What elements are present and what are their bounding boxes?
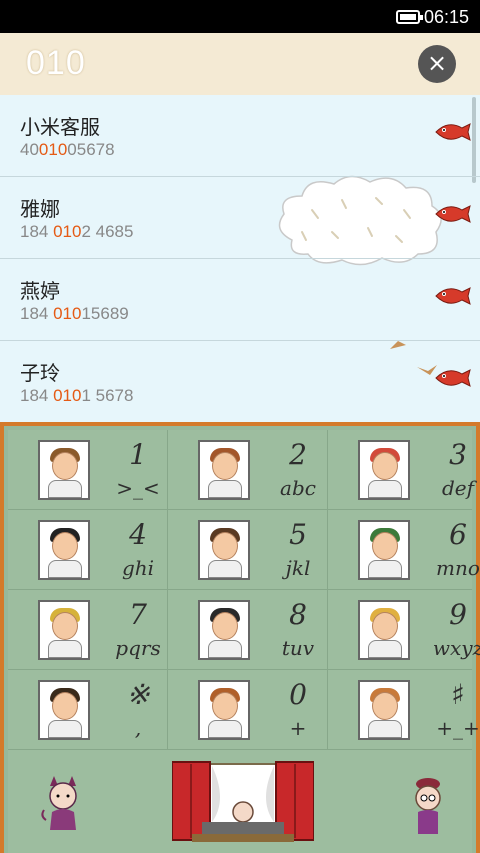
key-1[interactable]: 1 >_< <box>8 430 168 510</box>
portrait-icon <box>198 440 250 500</box>
call-window-button[interactable] <box>172 760 314 853</box>
key-digit: ♯ <box>451 678 465 711</box>
portrait-icon <box>358 600 410 660</box>
key-digit: ※ <box>126 678 150 711</box>
key-letters: >_< <box>116 476 160 500</box>
key-3[interactable]: 3 def <box>328 430 474 510</box>
key-2[interactable]: 2 abc <box>168 430 328 510</box>
key-letters: + <box>289 716 307 740</box>
contact-name: 雅娜 <box>20 197 60 221</box>
key-letters: +_+ <box>436 716 480 740</box>
contact-row[interactable]: 雅娜 184 0102 4685 <box>0 177 480 259</box>
portrait-icon <box>38 520 90 580</box>
battery-icon <box>396 10 423 24</box>
kid-character-icon[interactable] <box>406 776 450 838</box>
key-letters: abc <box>280 476 316 500</box>
close-circle-icon: × <box>426 49 448 77</box>
fish-call-icon[interactable] <box>432 284 472 308</box>
dial-keypad: 1 >_< 2 abc 3 def 4 ghi 5 jkl 6 mno 7 pq… <box>0 422 480 853</box>
portrait-icon <box>198 520 250 580</box>
portrait-icon <box>198 680 250 740</box>
contact-name: 燕婷 <box>20 279 60 303</box>
key-letters: pqrs <box>115 636 161 660</box>
portrait-icon <box>38 680 90 740</box>
key-5[interactable]: 5 jkl <box>168 510 328 590</box>
key-letters: def <box>441 476 475 500</box>
devil-character-icon[interactable] <box>38 772 88 832</box>
contact-row[interactable]: 小米客服 4001005678 <box>0 95 480 177</box>
key-digit: 2 <box>289 438 307 471</box>
portrait-icon <box>38 600 90 660</box>
key-letters: , <box>134 716 142 740</box>
contact-number: 184 0101 5678 <box>20 386 134 405</box>
portrait-icon <box>358 520 410 580</box>
key-digit: 8 <box>289 598 307 631</box>
key-6[interactable]: 6 mno <box>328 510 480 590</box>
key-digit: 5 <box>289 518 307 551</box>
key-9[interactable]: 9 wxyz <box>328 590 480 670</box>
key-letters: mno <box>436 556 480 580</box>
key-digit: 7 <box>129 598 147 631</box>
fish-call-icon[interactable] <box>432 120 472 144</box>
status-bar: 06:15 <box>0 0 480 33</box>
portrait-icon <box>38 440 90 500</box>
status-clock: 06:15 <box>424 7 470 27</box>
fish-call-icon[interactable] <box>432 366 472 390</box>
key-letters: jkl <box>285 556 311 580</box>
key-letters: wxyz <box>432 636 480 660</box>
contact-number: 184 01015689 <box>20 304 129 323</box>
contact-number: 184 0102 4685 <box>20 222 134 241</box>
key-0[interactable]: 0 + <box>168 670 328 750</box>
contact-name: 小米客服 <box>20 115 100 139</box>
key-letters: tuv <box>281 636 315 660</box>
fish-call-icon[interactable] <box>432 202 472 226</box>
key-hash[interactable]: ♯ +_+ <box>328 670 480 750</box>
key-digit: 4 <box>129 518 147 551</box>
portrait-icon <box>198 600 250 660</box>
key-digit: 1 <box>129 438 147 471</box>
key-digit: 0 <box>289 678 307 711</box>
keypad-bottom-row <box>4 752 476 853</box>
key-digit: 3 <box>449 438 467 471</box>
key-7[interactable]: 7 pqrs <box>8 590 168 670</box>
key-digit: 9 <box>449 598 467 631</box>
key-4[interactable]: 4 ghi <box>8 510 168 590</box>
key-star[interactable]: ※ , <box>8 670 168 750</box>
contact-name: 子玲 <box>20 361 60 385</box>
key-8[interactable]: 8 tuv <box>168 590 328 670</box>
contact-number: 4001005678 <box>20 140 115 159</box>
contact-results-list[interactable]: 小米客服 4001005678 雅娜 184 0102 4685 燕婷 184 … <box>0 95 480 422</box>
dialed-number[interactable]: 010 <box>26 44 86 83</box>
portrait-icon <box>358 680 410 740</box>
contact-row[interactable]: 子玲 184 0101 5678 <box>0 341 480 422</box>
key-letters: ghi <box>121 556 155 580</box>
key-digit: 6 <box>449 518 467 551</box>
contact-row[interactable]: 燕婷 184 01015689 <box>0 259 480 341</box>
portrait-icon <box>358 440 410 500</box>
clear-button[interactable]: × <box>418 45 456 83</box>
